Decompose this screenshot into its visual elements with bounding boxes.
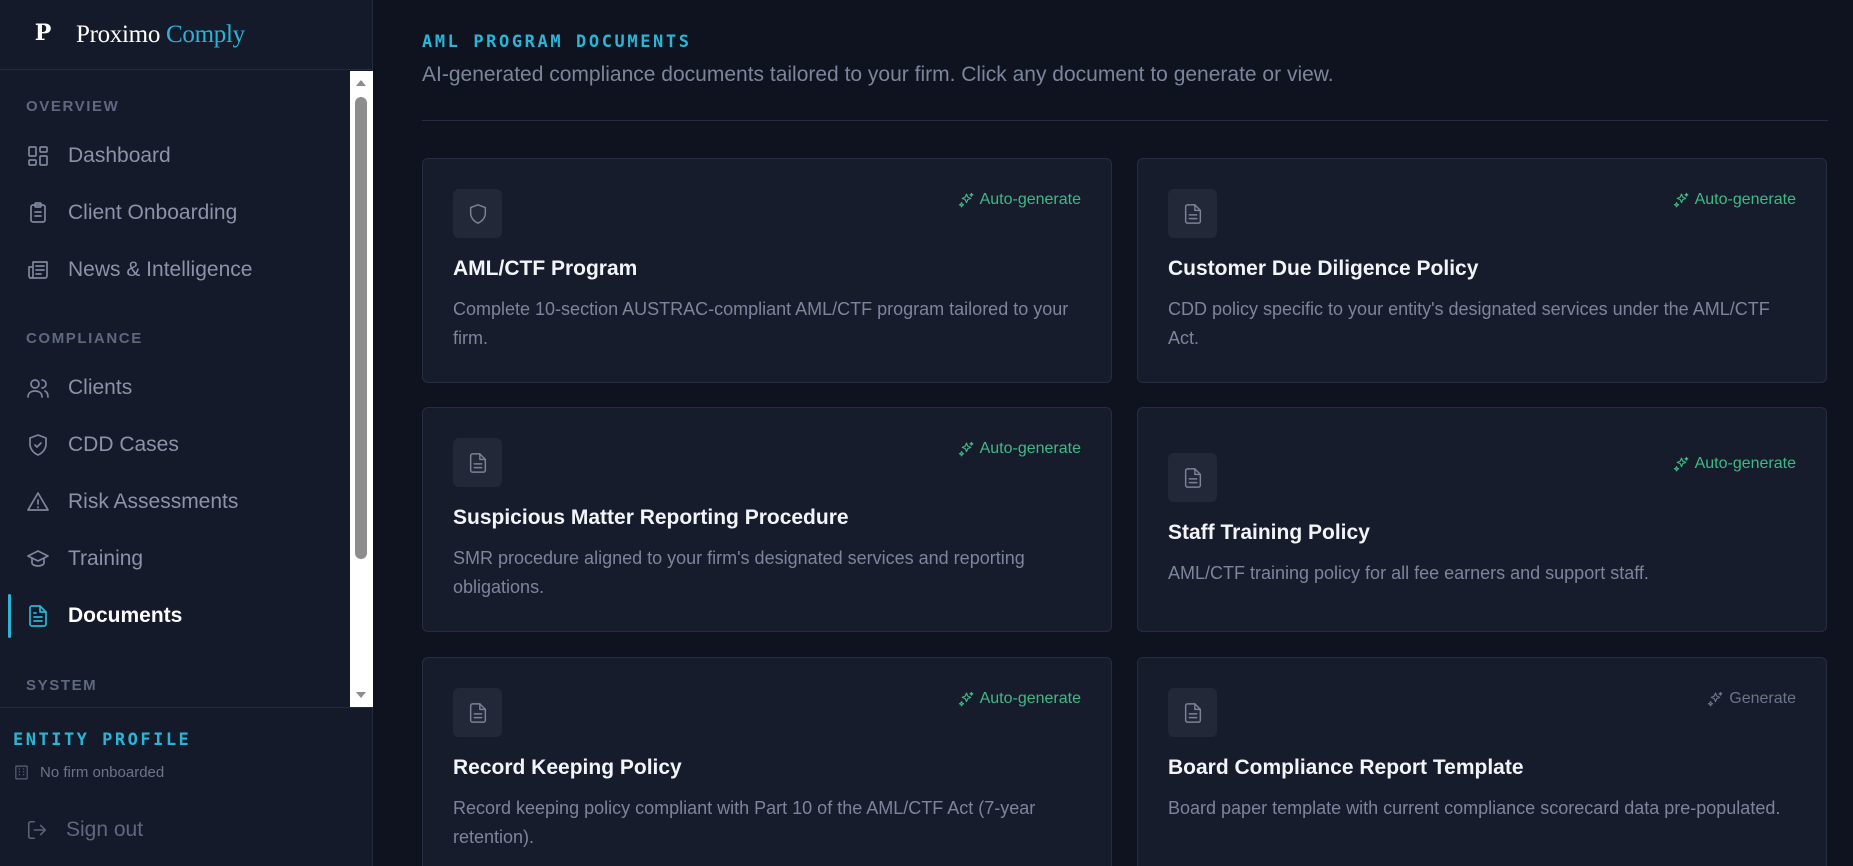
scroll-up-arrow-icon[interactable]	[356, 80, 366, 86]
sidebar-item-label: Risk Assessments	[68, 490, 239, 513]
document-icon	[453, 688, 502, 737]
users-icon	[26, 376, 50, 400]
sidebar: P Proximo Comply OVERVIEW Dashboard Clien…	[0, 0, 373, 866]
card-description: Complete 10-section AUSTRAC-compliant AM…	[453, 299, 1069, 348]
warning-icon	[26, 490, 50, 514]
brand[interactable]: P Proximo Comply	[0, 0, 372, 70]
card-description: Board paper template with current compli…	[1168, 798, 1781, 818]
entity-firm-status: No firm onboarded	[13, 764, 164, 781]
sparkles-icon	[958, 192, 974, 207]
entity-profile: ENTITY PROFILE No firm onboarded Sign ou…	[0, 707, 373, 866]
brand-name-accent: Comply	[166, 20, 245, 48]
sparkles-icon	[958, 691, 974, 706]
main-content: AML PROGRAM DOCUMENTS AI-generated compl…	[374, 0, 1853, 866]
sparkles-icon	[1673, 456, 1689, 471]
building-icon	[15, 765, 28, 780]
auto-generate-button[interactable]: Auto-generate	[958, 191, 1081, 209]
sidebar-item-client-onboarding[interactable]: Client Onboarding	[0, 188, 350, 238]
card-description: AML/CTF training policy for all fee earn…	[1168, 563, 1649, 583]
newspaper-icon	[26, 258, 50, 282]
sidebar-item-risk-assessments[interactable]: Risk Assessments	[0, 477, 350, 527]
clipboard-icon	[26, 201, 50, 225]
sparkles-icon	[1708, 691, 1723, 706]
sidebar-item-label: Dashboard	[68, 144, 171, 167]
sign-out-label: Sign out	[66, 818, 144, 841]
sidebar-item-clients[interactable]: Clients	[0, 363, 350, 413]
divider	[422, 120, 1828, 121]
document-card-customer-due-diligence[interactable]: Auto-generate Customer Due Diligence Pol…	[1137, 158, 1827, 383]
document-card-record-keeping-policy[interactable]: Auto-generate Record Keeping Policy Reco…	[422, 657, 1112, 866]
auto-generate-label: Auto-generate	[979, 690, 1081, 707]
sidebar-item-label: Clients	[68, 376, 133, 399]
sidebar-item-dashboard[interactable]: Dashboard	[0, 131, 350, 181]
page-eyebrow: AML PROGRAM DOCUMENTS	[422, 32, 692, 52]
sidebar-item-label: CDD Cases	[68, 433, 179, 456]
sidebar-item-training[interactable]: Training	[0, 534, 350, 584]
card-title: Record Keeping Policy	[453, 756, 682, 779]
shield-check-icon	[26, 433, 50, 457]
shield-icon	[453, 189, 502, 238]
sparkles-icon	[1673, 192, 1689, 207]
document-icon	[453, 438, 502, 487]
document-icon	[1168, 688, 1217, 737]
sidebar-nav-content: OVERVIEW Dashboard Client Onboarding New…	[0, 71, 350, 707]
generate-label: Generate	[1729, 690, 1796, 707]
generate-button[interactable]: Generate	[1707, 690, 1796, 708]
section-label-overview: OVERVIEW	[26, 98, 120, 115]
sign-out-icon	[27, 820, 47, 840]
document-icon	[1168, 189, 1217, 238]
sidebar-item-label: Documents	[68, 604, 183, 627]
sidebar-item-cdd-cases[interactable]: CDD Cases	[0, 420, 350, 470]
sparkles-icon	[958, 441, 974, 456]
auto-generate-label: Auto-generate	[1694, 191, 1796, 208]
page-subtitle: AI-generated compliance documents tailor…	[422, 63, 1334, 86]
brand-logo: P	[34, 19, 52, 46]
auto-generate-button[interactable]: Auto-generate	[958, 690, 1081, 708]
entity-profile-title: ENTITY PROFILE	[13, 730, 192, 750]
sidebar-item-label: News & Intelligence	[68, 258, 253, 281]
card-title: Board Compliance Report Template	[1168, 756, 1524, 779]
sidebar-nav: OVERVIEW Dashboard Client Onboarding New…	[0, 71, 373, 707]
card-title: AML/CTF Program	[453, 257, 638, 280]
auto-generate-label: Auto-generate	[1694, 455, 1796, 472]
document-icon	[26, 604, 50, 628]
card-title: Suspicious Matter Reporting Procedure	[453, 506, 849, 529]
entity-firm-label: No firm onboarded	[40, 764, 165, 781]
section-label-system: SYSTEM	[26, 677, 98, 694]
brand-name: Proximo Comply	[76, 21, 245, 49]
sidebar-item-documents[interactable]: Documents	[0, 591, 350, 641]
sign-out-button[interactable]: Sign out	[26, 818, 143, 842]
dashboard-icon	[26, 144, 50, 168]
graduation-cap-icon	[26, 547, 50, 571]
scroll-down-arrow-icon[interactable]	[356, 692, 366, 698]
auto-generate-button[interactable]: Auto-generate	[1673, 191, 1796, 209]
scrollbar-thumb[interactable]	[355, 97, 367, 559]
document-card-board-compliance-report[interactable]: Generate Board Compliance Report Templat…	[1137, 657, 1827, 866]
auto-generate-button[interactable]: Auto-generate	[1673, 455, 1796, 473]
auto-generate-label: Auto-generate	[979, 440, 1081, 457]
sidebar-item-news-intelligence[interactable]: News & Intelligence	[0, 245, 350, 295]
document-icon	[1168, 453, 1217, 502]
sidebar-item-label: Training	[68, 547, 144, 570]
sidebar-scrollbar[interactable]	[350, 71, 373, 707]
sidebar-item-label: Client Onboarding	[68, 201, 238, 224]
brand-name-primary: Proximo	[76, 20, 161, 48]
card-description: CDD policy specific to your entity's des…	[1168, 299, 1770, 348]
card-title: Customer Due Diligence Policy	[1168, 257, 1479, 280]
auto-generate-button[interactable]: Auto-generate	[958, 440, 1081, 458]
auto-generate-label: Auto-generate	[979, 191, 1081, 208]
card-description: Record keeping policy compliant with Par…	[453, 798, 1036, 847]
card-description: SMR procedure aligned to your firm's des…	[453, 548, 1025, 597]
document-card-suspicious-matter-reporting[interactable]: Auto-generate Suspicious Matter Reportin…	[422, 407, 1112, 632]
document-card-staff-training-policy[interactable]: Auto-generate Staff Training Policy AML/…	[1137, 407, 1827, 632]
document-card-aml-ctf-program[interactable]: Auto-generate AML/CTF Program Complete 1…	[422, 158, 1112, 383]
card-title: Staff Training Policy	[1168, 521, 1370, 544]
section-label-compliance: COMPLIANCE	[26, 330, 143, 347]
